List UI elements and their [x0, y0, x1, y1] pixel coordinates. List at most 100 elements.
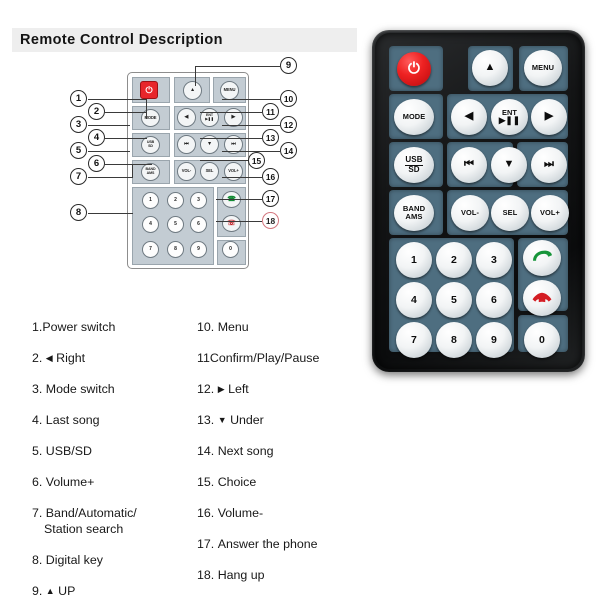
phone-answer-icon	[533, 250, 552, 261]
schematic-hangup-key[interactable]: ☏	[222, 215, 241, 232]
page-title-bar: Remote Control Description	[12, 28, 357, 52]
leader-line-4	[105, 138, 147, 140]
callout-13: 13	[262, 129, 279, 146]
legend-item-15: 15. Choice	[197, 475, 257, 489]
callout-11: 11	[262, 103, 279, 120]
left-arrow-icon: ◀	[45, 353, 53, 363]
volume-down-button[interactable]: VOL-	[451, 195, 489, 231]
schematic-prev-key[interactable]: ⏮	[177, 135, 196, 154]
digit-2-button[interactable]: 2	[436, 242, 472, 278]
callout-10: 10	[280, 90, 297, 107]
schematic-digit-6[interactable]: 6	[190, 216, 207, 233]
callout-7: 7	[70, 168, 87, 185]
volume-up-button[interactable]: VOL+	[531, 195, 569, 231]
leader-line-5	[88, 151, 130, 153]
leader-line-16	[222, 177, 262, 179]
legend-item-9: 9. ▲ UP	[32, 584, 76, 598]
down-button[interactable]: ▼	[491, 147, 527, 183]
legend-item-18: 18. Hang up	[197, 568, 265, 582]
callout-6: 6	[88, 155, 105, 172]
answer-call-button[interactable]	[523, 240, 561, 276]
legend-item-12: 12. ▶ Left	[197, 382, 249, 396]
leader-riser-1	[146, 99, 148, 119]
schematic-digit-5[interactable]: 5	[167, 216, 184, 233]
hangup-call-button[interactable]	[523, 280, 561, 316]
callout-9: 9	[280, 57, 297, 74]
leader-line-13	[200, 138, 262, 140]
down-arrow-icon: ▼	[217, 415, 227, 425]
right-arrow-icon: ▶	[217, 384, 225, 394]
up-button[interactable]: ▲	[472, 50, 508, 86]
legend-item-6: 6. Volume+	[32, 475, 95, 489]
leader-line-10	[222, 99, 280, 101]
callout-2: 2	[88, 103, 105, 120]
usb-sd-button[interactable]: USB SD	[394, 147, 434, 183]
schematic-band-key[interactable]: BAND AMS	[141, 163, 160, 181]
leader-line-15	[200, 160, 248, 162]
schematic-digit-1[interactable]: 1	[142, 192, 159, 209]
callout-12: 12	[280, 116, 297, 133]
schematic-vol-up-key[interactable]: VOL+	[224, 162, 243, 181]
schematic-digit-9[interactable]: 9	[190, 241, 207, 258]
leader-line-1	[88, 99, 146, 101]
schematic-power-key[interactable]: ⏻	[140, 81, 158, 99]
legend-item-5: 5. USB/SD	[32, 444, 92, 458]
leader-line-9-h	[195, 66, 280, 68]
legend-item-11: 11Confirm/Play/Pause	[197, 351, 320, 365]
legend-item-1: 1.Power switch	[32, 320, 116, 334]
schematic-digit-7[interactable]: 7	[142, 241, 159, 258]
schematic-sel-key[interactable]: SEL	[200, 162, 219, 181]
digit-5-button[interactable]: 5	[436, 282, 472, 318]
callout-17: 17	[262, 190, 279, 207]
mode-button[interactable]: MODE	[394, 99, 434, 135]
digit-6-button[interactable]: 6	[476, 282, 512, 318]
schematic-vol-down-key[interactable]: VOL-	[177, 162, 196, 181]
menu-button[interactable]: MENU	[524, 50, 562, 86]
leader-line-18	[216, 221, 262, 223]
digit-8-button[interactable]: 8	[436, 322, 472, 358]
legend-item-14: 14. Next song	[197, 444, 274, 458]
leader-line-6	[105, 164, 152, 166]
schematic-digit-0[interactable]: 0	[222, 241, 239, 258]
leader-line-8	[88, 213, 133, 215]
legend-item-10: 10. Menu	[197, 320, 249, 334]
schematic-up-key[interactable]: ▲	[183, 81, 202, 100]
callout-8: 8	[70, 204, 87, 221]
power-button[interactable]: ⏻	[397, 52, 431, 86]
schematic-menu-key[interactable]: MENU	[220, 81, 239, 100]
callout-18: 18	[262, 212, 279, 229]
remote-photo: ⏻ ▲ MENU MODE ◀ ENT ▶❚❚ ▶ USB SD ⏮ ▼ ⏭ B…	[372, 30, 585, 372]
leader-riser-6	[132, 164, 134, 178]
schematic-ent-key[interactable]: ENT ▶❚❚	[200, 108, 219, 127]
phone-hangup-icon	[532, 292, 552, 303]
right-button[interactable]: ▶	[531, 99, 567, 135]
select-button[interactable]: SEL	[491, 195, 529, 231]
digit-0-button[interactable]: 0	[524, 322, 560, 358]
digit-7-button[interactable]: 7	[396, 322, 432, 358]
ent-play-pause-button[interactable]: ENT ▶❚❚	[491, 99, 528, 135]
schematic-left-key[interactable]: ◀	[177, 108, 196, 127]
callout-15: 15	[248, 152, 265, 169]
schematic-digit-3[interactable]: 3	[190, 192, 207, 209]
left-button[interactable]: ◀	[451, 99, 487, 135]
legend-item-3: 3. Mode switch	[32, 382, 115, 396]
leader-line-14	[222, 151, 280, 153]
leader-line-3	[88, 125, 130, 127]
schematic-digit-4[interactable]: 4	[142, 216, 159, 233]
schematic-digit-8[interactable]: 8	[167, 241, 184, 258]
legend-item-7: 7. Band/Automatic/Station search	[32, 506, 137, 536]
band-ams-button[interactable]: BAND AMS	[394, 195, 434, 231]
leader-line-12	[222, 125, 280, 127]
schematic-digit-2[interactable]: 2	[167, 192, 184, 209]
callout-4: 4	[88, 129, 105, 146]
legend-item-13: 13. ▼ Under	[197, 413, 264, 427]
previous-track-button[interactable]: ⏮	[451, 147, 487, 183]
next-track-button[interactable]: ⏭	[531, 147, 567, 183]
digit-9-button[interactable]: 9	[476, 322, 512, 358]
digit-4-button[interactable]: 4	[396, 282, 432, 318]
digit-3-button[interactable]: 3	[476, 242, 512, 278]
leader-line-9-v	[195, 66, 197, 86]
legend-item-2: 2. ◀ Right	[32, 351, 86, 365]
callout-3: 3	[70, 116, 87, 133]
digit-1-button[interactable]: 1	[396, 242, 432, 278]
